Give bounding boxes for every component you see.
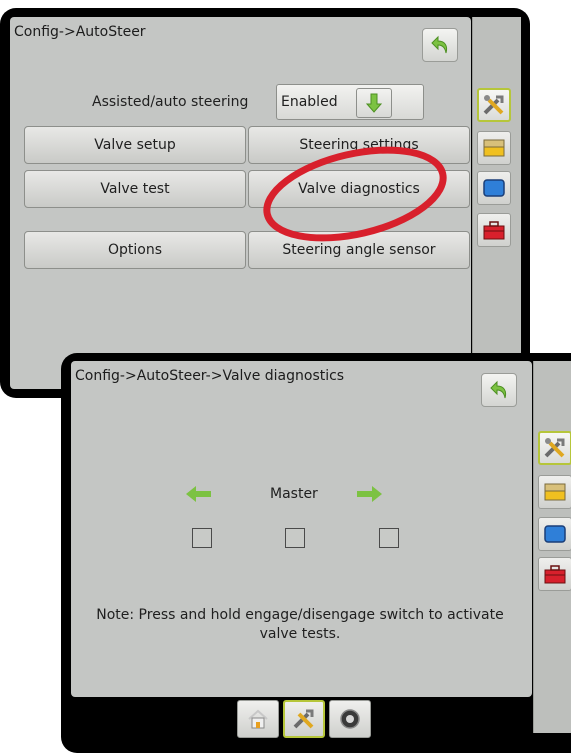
sidebar — [472, 17, 521, 389]
breadcrumb: Config->AutoSteer — [14, 24, 146, 40]
display-tab[interactable] — [477, 171, 511, 205]
tools-tab-bottom[interactable] — [283, 700, 325, 738]
tools-icon — [544, 438, 565, 458]
highlight-ellipse — [263, 146, 447, 242]
valve-diagnostics-screen: Config->AutoSteer->Valve diagnostics Mas… — [61, 353, 571, 753]
valve-setup-button[interactable]: Valve setup — [24, 126, 246, 164]
console-icon — [483, 139, 505, 157]
display-icon — [544, 525, 566, 543]
home-icon — [248, 709, 268, 729]
breadcrumb: Config->AutoSteer->Valve diagnostics — [75, 368, 345, 384]
gauge-icon — [340, 709, 360, 729]
down-arrow-icon — [365, 93, 383, 113]
gauge-tab[interactable] — [329, 700, 371, 738]
home-tab[interactable] — [237, 700, 279, 738]
valve-test-button[interactable]: Valve test — [24, 170, 246, 208]
tools-tab[interactable] — [538, 431, 571, 465]
config-autosteer-screen: Config->AutoSteer Assisted/auto steering… — [0, 8, 530, 398]
master-label: Master — [270, 486, 318, 502]
sidebar — [533, 361, 571, 733]
note-text: Note: Press and hold engage/disengage sw… — [96, 607, 504, 642]
toolbox-tab[interactable] — [477, 213, 511, 247]
console-tab[interactable] — [477, 131, 511, 165]
toolbox-icon — [544, 565, 566, 584]
back-arrow-icon — [431, 35, 448, 54]
tools-icon — [483, 95, 504, 115]
display-icon — [483, 179, 505, 197]
right-valve-checkbox[interactable] — [379, 528, 399, 548]
toolbox-icon — [483, 221, 505, 240]
display-tab[interactable] — [538, 517, 571, 551]
back-button[interactable] — [422, 28, 458, 62]
right-arrow-icon[interactable] — [354, 484, 384, 504]
assisted-steering-label: Assisted/auto steering — [92, 94, 249, 110]
console-tab[interactable] — [538, 475, 571, 509]
left-arrow-icon[interactable] — [184, 484, 214, 504]
back-arrow-icon — [490, 380, 507, 399]
assisted-steering-dropdown[interactable] — [356, 88, 392, 118]
back-button[interactable] — [481, 373, 517, 407]
tools-icon — [293, 709, 314, 729]
left-valve-checkbox[interactable] — [192, 528, 212, 548]
assisted-steering-value-text: Enabled — [281, 94, 338, 110]
assisted-steering-value[interactable]: Enabled — [276, 84, 424, 120]
tools-tab[interactable] — [477, 88, 511, 122]
bottom-tab-bar — [237, 700, 371, 738]
options-button[interactable]: Options — [24, 231, 246, 269]
master-valve-checkbox[interactable] — [285, 528, 305, 548]
console-icon — [544, 483, 566, 501]
toolbox-tab[interactable] — [538, 557, 571, 591]
